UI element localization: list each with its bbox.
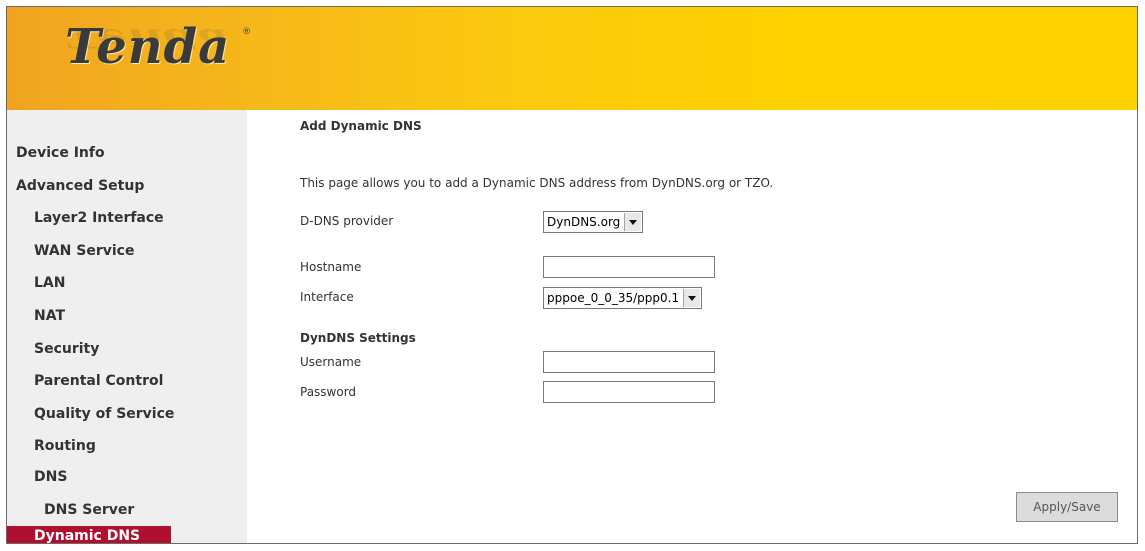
registered-mark: ® <box>242 27 251 37</box>
dyndns-settings-heading: DynDNS Settings <box>300 331 416 345</box>
password-input[interactable] <box>543 381 715 403</box>
page-title: Add Dynamic DNS <box>300 119 422 133</box>
page-description: This page allows you to add a Dynamic DN… <box>300 176 774 190</box>
sidebar-item-dns[interactable]: DNS <box>34 467 67 487</box>
sidebar-item-device-info[interactable]: Device Info <box>16 143 105 163</box>
sidebar-item-lan[interactable]: LAN <box>34 273 65 293</box>
logo-reflection: Tenda <box>65 23 231 54</box>
username-label: Username <box>300 355 362 369</box>
provider-select[interactable]: DynDNS.org <box>543 211 644 233</box>
router-admin-window: Tenda Tenda ® Device Info Advanced Setup… <box>6 6 1138 544</box>
sidebar-item-advanced-setup[interactable]: Advanced Setup <box>16 176 144 196</box>
sidebar-item-dns-server[interactable]: DNS Server <box>44 500 134 520</box>
sidebar-item-routing[interactable]: Routing <box>34 436 96 456</box>
tenda-logo: Tenda Tenda ® <box>65 17 251 77</box>
sidebar-item-dynamic-dns[interactable]: Dynamic DNS <box>7 526 171 543</box>
sidebar-item-quality-of-service[interactable]: Quality of Service <box>34 404 174 424</box>
main-content: Add Dynamic DNS This page allows you to … <box>247 110 1137 543</box>
sidebar-item-parental-control[interactable]: Parental Control <box>34 371 163 391</box>
chevron-down-icon[interactable] <box>624 213 642 231</box>
chevron-down-icon[interactable] <box>683 289 701 307</box>
sidebar-item-layer2-interface[interactable]: Layer2 Interface <box>34 208 164 228</box>
apply-save-button[interactable]: Apply/Save <box>1016 492 1118 522</box>
sidebar-item-nat[interactable]: NAT <box>34 306 65 326</box>
provider-label: D-DNS provider <box>300 214 394 228</box>
hostname-input[interactable] <box>543 256 715 278</box>
interface-label: Interface <box>300 290 354 304</box>
sidebar-nav: Device Info Advanced Setup Layer2 Interf… <box>7 110 247 543</box>
interface-select[interactable]: pppoe_0_0_35/ppp0.1 <box>543 287 703 309</box>
header-banner: Tenda Tenda ® <box>7 7 1137 110</box>
username-input[interactable] <box>543 351 715 373</box>
provider-value: DynDNS.org <box>547 215 621 229</box>
password-label: Password <box>300 385 357 399</box>
hostname-label: Hostname <box>300 260 362 274</box>
interface-value: pppoe_0_0_35/ppp0.1 <box>547 291 680 305</box>
sidebar-item-security[interactable]: Security <box>34 339 99 359</box>
sidebar-item-wan-service[interactable]: WAN Service <box>34 241 134 261</box>
